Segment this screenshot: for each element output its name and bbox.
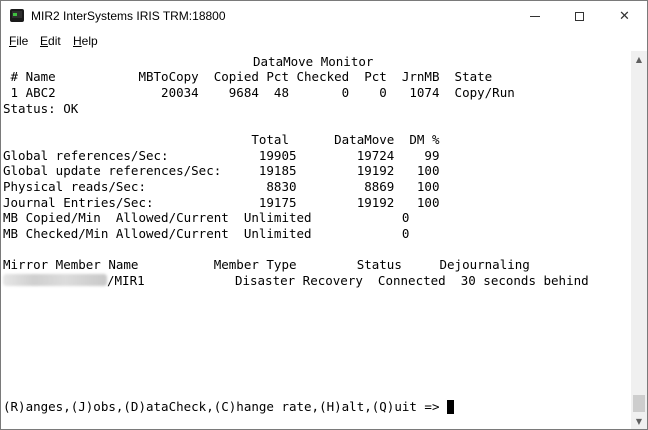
stat-mb-checked: MB Checked/Min Allowed/Current Unlimited… [3,226,410,241]
menu-edit[interactable]: Edit [40,34,61,48]
mirror-member-row: /MIR1 Disaster Recovery Connected 30 sec… [3,273,589,288]
stat-mb-copied: MB Copied/Min Allowed/Current Unlimited … [3,210,410,225]
terminal-screen[interactable]: DataMove Monitor # Name MBToCopy Copied … [1,51,631,429]
menu-file[interactable]: File [9,34,28,48]
command-prompt[interactable]: (R)anges,(J)obs,(D)ataCheck,(C)hange rat… [3,399,455,414]
maximize-button[interactable] [557,1,602,31]
maximize-icon [575,11,584,21]
stat-global-references: Global references/Sec: 19905 19724 99 [3,148,440,163]
scroll-up-arrow-icon[interactable]: ▲ [631,51,647,67]
datamove-table-header: # Name MBToCopy Copied Pct Checked Pct J… [3,69,493,84]
mirror-table-header: Mirror Member Name Member Type Status De… [3,257,530,272]
status-line: Status: OK [3,101,79,116]
datamove-table-row: 1 ABC2 20034 9684 48 0 0 1074 Copy/Run [3,85,515,100]
stat-global-update-references: Global update references/Sec: 19185 1919… [3,163,440,178]
scroll-down-arrow-icon[interactable]: ▼ [631,413,647,429]
close-icon: ✕ [619,8,630,24]
menu-bar: File Edit Help [1,31,647,51]
minimize-icon [529,15,540,17]
stats-header: Total DataMove DM % [3,132,440,147]
menu-help[interactable]: Help [73,34,98,48]
window-title: MIR2 InterSystems IRIS TRM:18800 [31,9,226,23]
close-button[interactable]: ✕ [602,1,647,31]
minimize-button[interactable] [512,1,557,31]
text-cursor [447,400,455,414]
redacted-hostname [3,274,107,286]
title-bar[interactable]: MIR2 InterSystems IRIS TRM:18800 ✕ [1,1,647,31]
monitor-title: DataMove Monitor [253,54,374,69]
terminal-window: MIR2 InterSystems IRIS TRM:18800 ✕ File … [0,0,648,430]
stat-journal-entries: Journal Entries/Sec: 19175 19192 100 [3,195,440,210]
scrollbar-thumb[interactable] [633,395,645,412]
vertical-scrollbar[interactable]: ▲ ▼ [631,51,647,429]
stat-physical-reads: Physical reads/Sec: 8830 8869 100 [3,179,440,194]
terminal-app-icon [10,9,24,22]
